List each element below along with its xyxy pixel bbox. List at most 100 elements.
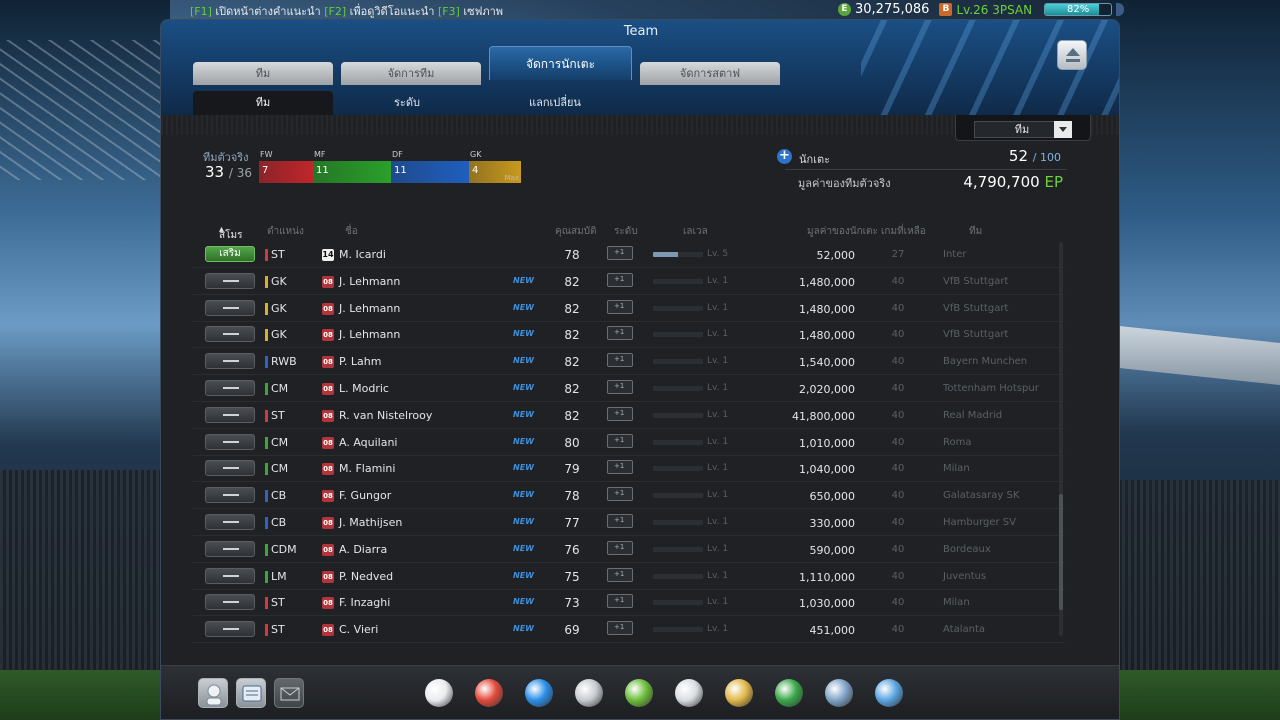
upgrade-button[interactable] <box>607 272 633 287</box>
subtab-grade[interactable]: ระดับ <box>333 91 481 115</box>
table-row[interactable]: LM 08 P. Nedved NEW 75 Lv. 1 1,110,000 40 Juvent… <box>193 564 1065 590</box>
scrollbar-thumb[interactable] <box>1059 494 1063 610</box>
player-name[interactable]: M. Icardi <box>339 248 386 261</box>
table-row[interactable]: เสริม ST 14 M. Icardi 78 Lv. 5 52,000 27 Inter <box>193 242 1065 268</box>
view-dropdown[interactable]: ทีม <box>955 115 1091 141</box>
header-ovr[interactable]: คุณสมบัติ <box>555 224 597 239</box>
table-row[interactable]: CB 08 F. Gungor NEW 78 Lv. 1 650,000 40 Galatasa… <box>193 483 1065 510</box>
status-button[interactable] <box>205 594 255 611</box>
status-button[interactable] <box>205 540 255 557</box>
player-name[interactable]: P. Nedved <box>339 570 393 583</box>
header-position[interactable]: ตำแหน่ง <box>267 224 304 239</box>
player-name[interactable]: M. Flamini <box>339 462 395 475</box>
header-team[interactable]: ทีม <box>969 224 982 239</box>
profile-button[interactable] <box>198 678 228 708</box>
status-button[interactable] <box>205 514 255 530</box>
upgrade-button[interactable] <box>607 567 633 582</box>
status-button[interactable] <box>205 272 255 289</box>
table-row[interactable]: CM 08 L. Modric NEW 82 Lv. 1 2,020,000 40 Totten… <box>193 376 1065 402</box>
ranking-icon[interactable] <box>621 675 657 711</box>
upgrade-button[interactable] <box>607 514 633 528</box>
status-button[interactable]: เสริม <box>205 246 255 262</box>
upgrade-button[interactable] <box>607 433 633 448</box>
table-row[interactable]: CDM 08 A. Diarra NEW 76 Lv. 1 590,000 40 Bordeau… <box>193 537 1065 563</box>
player-name[interactable]: J. Lehmann <box>339 302 400 315</box>
status-button[interactable] <box>205 567 255 584</box>
upgrade-button[interactable] <box>607 380 633 394</box>
player-name[interactable]: J. Lehmann <box>339 275 400 288</box>
upgrade-button[interactable] <box>607 326 633 341</box>
club-icon[interactable] <box>771 675 807 711</box>
upgrade-button[interactable] <box>607 540 633 555</box>
add-player-button[interactable]: + <box>777 149 792 164</box>
header-value[interactable]: มูลค่าของนักเตะ <box>807 224 878 239</box>
upgrade-button[interactable] <box>607 406 633 421</box>
header-upgrade[interactable]: ระดับ <box>614 224 638 239</box>
header-name[interactable]: ชื่อ <box>345 224 358 239</box>
upgrade-button[interactable] <box>607 353 633 368</box>
upgrade-button[interactable] <box>607 460 633 475</box>
messages-button[interactable] <box>236 678 266 708</box>
table-row[interactable]: GK 08 J. Lehmann NEW 82 Lv. 1 1,480,000 40 VfB S… <box>193 322 1065 349</box>
player-name[interactable]: P. Lahm <box>339 355 381 368</box>
status-button[interactable] <box>205 299 255 316</box>
shop-cart-icon[interactable] <box>871 675 907 711</box>
subtab-trade[interactable]: แลกเปลี่ยน <box>481 91 629 115</box>
trophy-icon[interactable] <box>571 675 607 711</box>
header-level[interactable]: เลเวล <box>683 224 708 239</box>
tab-manage-players[interactable]: จัดการนักเตะ <box>489 46 632 80</box>
subtab-team[interactable]: ทีม <box>193 91 333 115</box>
player-name[interactable]: C. Vieri <box>339 623 378 636</box>
chevron-down-icon[interactable] <box>1054 121 1072 138</box>
mail-button[interactable] <box>274 678 304 708</box>
player-name[interactable]: R. van Nistelrooy <box>339 409 432 422</box>
table-row[interactable]: GK 08 J. Lehmann NEW 82 Lv. 1 1,480,000 40 VfB S… <box>193 296 1065 322</box>
player-name[interactable]: F. Gungor <box>339 489 391 502</box>
status-button[interactable] <box>205 621 255 638</box>
table-row[interactable]: CM 08 A. Aquilani NEW 80 Lv. 1 1,010,000 40 Roma <box>193 430 1065 456</box>
status-button[interactable] <box>205 487 255 504</box>
status-button[interactable] <box>205 460 255 477</box>
player-name[interactable]: J. Lehmann <box>339 328 400 341</box>
player-position: CB <box>271 489 287 503</box>
boot-icon[interactable] <box>521 675 557 711</box>
upgrade-button[interactable] <box>607 299 633 314</box>
player-position: CM <box>271 382 289 395</box>
status-button[interactable] <box>205 353 255 370</box>
upgrade-button[interactable] <box>607 594 633 609</box>
player-name[interactable]: F. Inzaghi <box>339 596 390 609</box>
table-row[interactable]: RWB 08 P. Lahm NEW 82 Lv. 1 1,540,000 40 Bayern … <box>193 349 1065 376</box>
tab-manage-team[interactable]: จัดการทีม <box>341 62 481 85</box>
table-row[interactable]: CB 08 J. Mathijsen NEW 77 Lv. 1 330,000 40 Hambu… <box>193 510 1065 536</box>
status-button[interactable] <box>205 433 255 450</box>
upgrade-button[interactable] <box>607 487 633 502</box>
close-window-button[interactable] <box>1057 40 1087 70</box>
upgrade-button[interactable] <box>607 621 633 636</box>
table-row[interactable]: ST 08 R. van Nistelrooy NEW 82 Lv. 1 41,800,00… <box>193 403 1065 429</box>
player-value: 451,000 <box>809 624 856 638</box>
header-status[interactable]: สโมร ▴ <box>219 224 242 241</box>
player-name[interactable]: J. Mathijsen <box>339 516 402 529</box>
table-row[interactable]: ST 08 F. Inzaghi NEW 73 Lv. 1 1,030,000 40 Milan <box>193 590 1065 617</box>
header-games[interactable]: เกมที่เหลือ <box>881 224 926 239</box>
notepad-icon[interactable] <box>671 675 707 711</box>
profile-icon <box>206 684 222 706</box>
player-name[interactable]: L. Modric <box>339 382 389 395</box>
table-row[interactable]: GK 08 J. Lehmann NEW 82 Lv. 1 1,480,000 40 VfB S… <box>193 269 1065 295</box>
tab-team[interactable]: ทีม <box>193 62 333 85</box>
table-scrollbar[interactable] <box>1059 242 1063 636</box>
manager-icon[interactable] <box>821 675 857 711</box>
upgrade-button[interactable] <box>607 246 633 260</box>
player-name[interactable]: A. Diarra <box>339 543 387 556</box>
status-button[interactable] <box>205 380 255 396</box>
player-name[interactable]: A. Aquilani <box>339 436 398 449</box>
position-color-marker <box>265 302 268 315</box>
table-row[interactable]: ST 08 C. Vieri NEW 69 Lv. 1 451,000 40 Atalanta <box>193 617 1065 644</box>
whistle-icon[interactable] <box>421 675 457 711</box>
table-row[interactable]: CM 08 M. Flamini NEW 79 Lv. 1 1,040,000 40 Milan <box>193 456 1065 483</box>
status-button[interactable] <box>205 326 255 343</box>
status-button[interactable] <box>205 406 255 423</box>
shirt-icon[interactable] <box>721 675 757 711</box>
ball-icon[interactable] <box>471 675 507 711</box>
tab-manage-staff[interactable]: จัดการสตาฟ <box>640 62 780 85</box>
